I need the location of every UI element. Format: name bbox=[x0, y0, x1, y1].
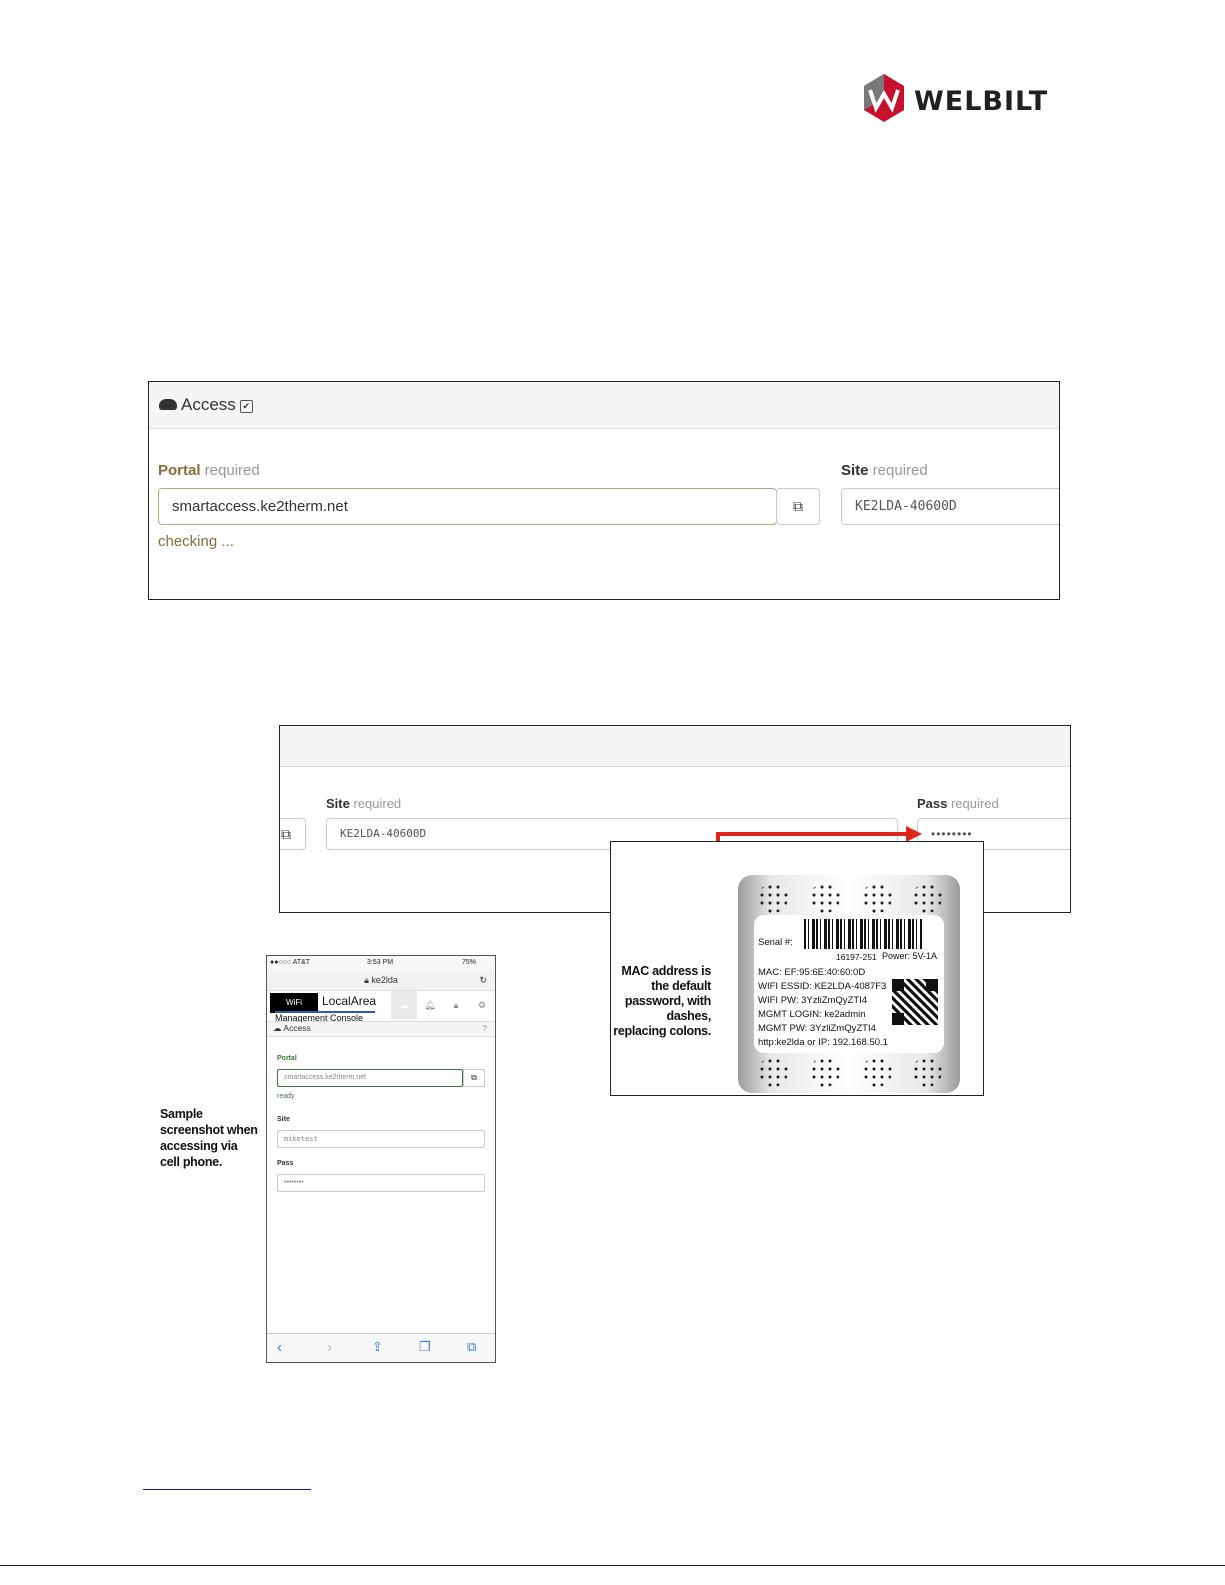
phone-portal-input[interactable]: smartaccess.ke2therm.net bbox=[277, 1069, 463, 1087]
device-label-image: Serial #: 16197-251 Power: 5V-1A MAC: EF… bbox=[738, 875, 960, 1093]
speaker-grille bbox=[810, 1057, 840, 1087]
share-icon[interactable]: ⇪ bbox=[372, 1339, 383, 1355]
bookmarks-icon[interactable]: ❐ bbox=[419, 1339, 431, 1355]
access-panel-2-header bbox=[280, 726, 1070, 767]
phone-portal-status: ready bbox=[277, 1093, 295, 1100]
mac-address-note: MAC address is the default password, wit… bbox=[613, 964, 711, 1038]
pass-required-hint: required bbox=[951, 796, 999, 811]
speaker-grille bbox=[912, 883, 942, 913]
speaker-grille bbox=[758, 883, 788, 913]
help-icon[interactable]: ? bbox=[482, 1023, 487, 1033]
carrier: ●●○○○ AT&T bbox=[270, 959, 311, 966]
cloud-nav-button[interactable]: ☁ bbox=[391, 991, 417, 1019]
site-label-2-text: Site bbox=[326, 796, 350, 811]
site-label: Site required bbox=[841, 462, 928, 479]
back-icon[interactable]: ‹ bbox=[277, 1339, 282, 1356]
sample-screenshot-note: Sample screenshot when accessing via cel… bbox=[160, 1107, 258, 1169]
phone-portal-label: Portal bbox=[277, 1055, 297, 1062]
site-label-2: Site required bbox=[326, 796, 401, 811]
cloud-icon: ☁ bbox=[273, 1023, 282, 1033]
access-title-text: Access bbox=[181, 395, 236, 414]
speaker-grille bbox=[758, 1057, 788, 1087]
power-rating: Power: 5V-1A bbox=[882, 951, 938, 961]
footer-link[interactable] bbox=[143, 1475, 311, 1490]
external-link-button[interactable]: ⧉ bbox=[776, 488, 820, 525]
phone-site-label: Site bbox=[277, 1116, 290, 1123]
tabs-icon[interactable]: ⧉ bbox=[467, 1339, 476, 1355]
welbilt-mark-icon bbox=[864, 74, 904, 122]
portal-input[interactable]: smartaccess.ke2therm.net bbox=[158, 488, 777, 525]
portal-label-text: Portal bbox=[158, 462, 201, 479]
brand-name: WELBILT bbox=[914, 86, 1049, 117]
battery: 75% bbox=[462, 959, 477, 966]
settings-nav-button[interactable]: ⚙ bbox=[469, 991, 495, 1019]
speaker-grille bbox=[862, 883, 892, 913]
pass-label-text: Pass bbox=[917, 796, 948, 811]
cloud-icon: ☁ bbox=[399, 1000, 409, 1010]
access-panel: Access ✔ Portal required smartaccess.ke2t… bbox=[148, 381, 1060, 600]
serial-label: Serial #: bbox=[758, 937, 793, 948]
access-panel-header: Access ✔ bbox=[149, 382, 1059, 429]
bell-icon: 🔔︎ bbox=[424, 1000, 436, 1010]
mgmt-login-line: MGMT LOGIN: ke2admin bbox=[758, 1009, 866, 1020]
phone-access-title: ☁ Access bbox=[273, 1023, 311, 1034]
welbilt-logo: WELBILT bbox=[860, 72, 1060, 128]
phone-url-bar[interactable]: 🔒︎ ke2lda ↻ bbox=[267, 970, 495, 991]
speaker-grille bbox=[912, 1057, 942, 1087]
phone-screenshot: ●●○○○ AT&T 3:53 PM 75% 🔒︎ ke2lda ↻ WiFi … bbox=[266, 955, 496, 1363]
portal-label: Portal required bbox=[158, 462, 260, 479]
lock-nav-button[interactable]: 🔒︎ bbox=[443, 991, 469, 1019]
mgmt-pw-line: MGMT PW: 3YzliZmQyZTI4 bbox=[758, 1023, 876, 1034]
bell-nav-button[interactable]: 🔔︎ bbox=[417, 991, 443, 1019]
external-link-button-2[interactable]: ⧉ bbox=[280, 818, 306, 850]
http-line: http:ke2lda or IP: 192.168.50.1 bbox=[758, 1037, 888, 1048]
site-required-hint-2: required bbox=[353, 796, 402, 811]
device-sticker: Serial #: 16197-251 Power: 5V-1A MAC: EF… bbox=[754, 915, 944, 1053]
wifi-logo: WiFi bbox=[270, 993, 318, 1013]
lock-icon: 🔒︎ bbox=[364, 975, 369, 985]
bottom-rule bbox=[0, 1565, 1225, 1566]
phone-site-input[interactable]: miketest bbox=[277, 1130, 485, 1148]
phone-brand: LocalArea bbox=[322, 994, 377, 1008]
barcode bbox=[804, 919, 922, 949]
reload-icon[interactable]: ↻ bbox=[479, 970, 487, 990]
mac-line: MAC: EF:95:6E:40:60:0D bbox=[758, 967, 866, 978]
portal-status: checking ... bbox=[158, 533, 234, 550]
portal-required-hint: required bbox=[204, 462, 260, 479]
external-link-icon: ⧉ bbox=[471, 1073, 477, 1082]
external-link-icon: ⧉ bbox=[793, 498, 803, 514]
access-title: Access ✔ bbox=[159, 395, 253, 415]
phone-url: ke2lda bbox=[371, 975, 398, 985]
phone-status-bar: ●●○○○ AT&T 3:53 PM 75% bbox=[267, 956, 495, 970]
phone-pass-input[interactable]: •••••••• bbox=[277, 1174, 485, 1192]
serial-number: 16197-251 bbox=[836, 952, 877, 962]
site-input[interactable]: KE2LDA-40600D bbox=[841, 488, 1059, 525]
lock-icon: 🔒︎ bbox=[453, 1000, 459, 1010]
pass-label: Pass required bbox=[917, 796, 999, 811]
phone-nav: WiFi LocalArea Management Console ☁ 🔔︎ 🔒… bbox=[267, 991, 495, 1023]
phone-pass-label: Pass bbox=[277, 1160, 294, 1167]
phone-access-header: ☁ Access ? bbox=[267, 1022, 495, 1037]
wifi-essid-line: WIFI ESSID: KE2LDA-4087F3 bbox=[758, 981, 887, 992]
speaker-grille bbox=[810, 883, 840, 913]
site-required-hint: required bbox=[872, 462, 928, 479]
device-label-callout: MAC address is the default password, wit… bbox=[610, 841, 984, 1096]
wifi-pw-line: WIFI PW: 3YzliZmQyZTI4 bbox=[758, 995, 868, 1006]
gear-icon: ⚙ bbox=[477, 1000, 487, 1010]
phone-access-title-text: Access bbox=[283, 1023, 311, 1033]
external-link-icon: ⧉ bbox=[281, 826, 291, 842]
phone-external-link-button[interactable]: ⧉ bbox=[463, 1069, 485, 1087]
cloud-icon bbox=[159, 399, 177, 410]
qr-code bbox=[892, 979, 938, 1025]
forward-icon[interactable]: › bbox=[327, 1339, 332, 1356]
phone-toolbar: ‹ › ⇪ ❐ ⧉ bbox=[267, 1333, 495, 1362]
check-icon[interactable]: ✔ bbox=[239, 400, 253, 413]
site-label-text: Site bbox=[841, 462, 869, 479]
phone-time: 3:53 PM bbox=[367, 959, 394, 966]
speaker-grille bbox=[862, 1057, 892, 1087]
